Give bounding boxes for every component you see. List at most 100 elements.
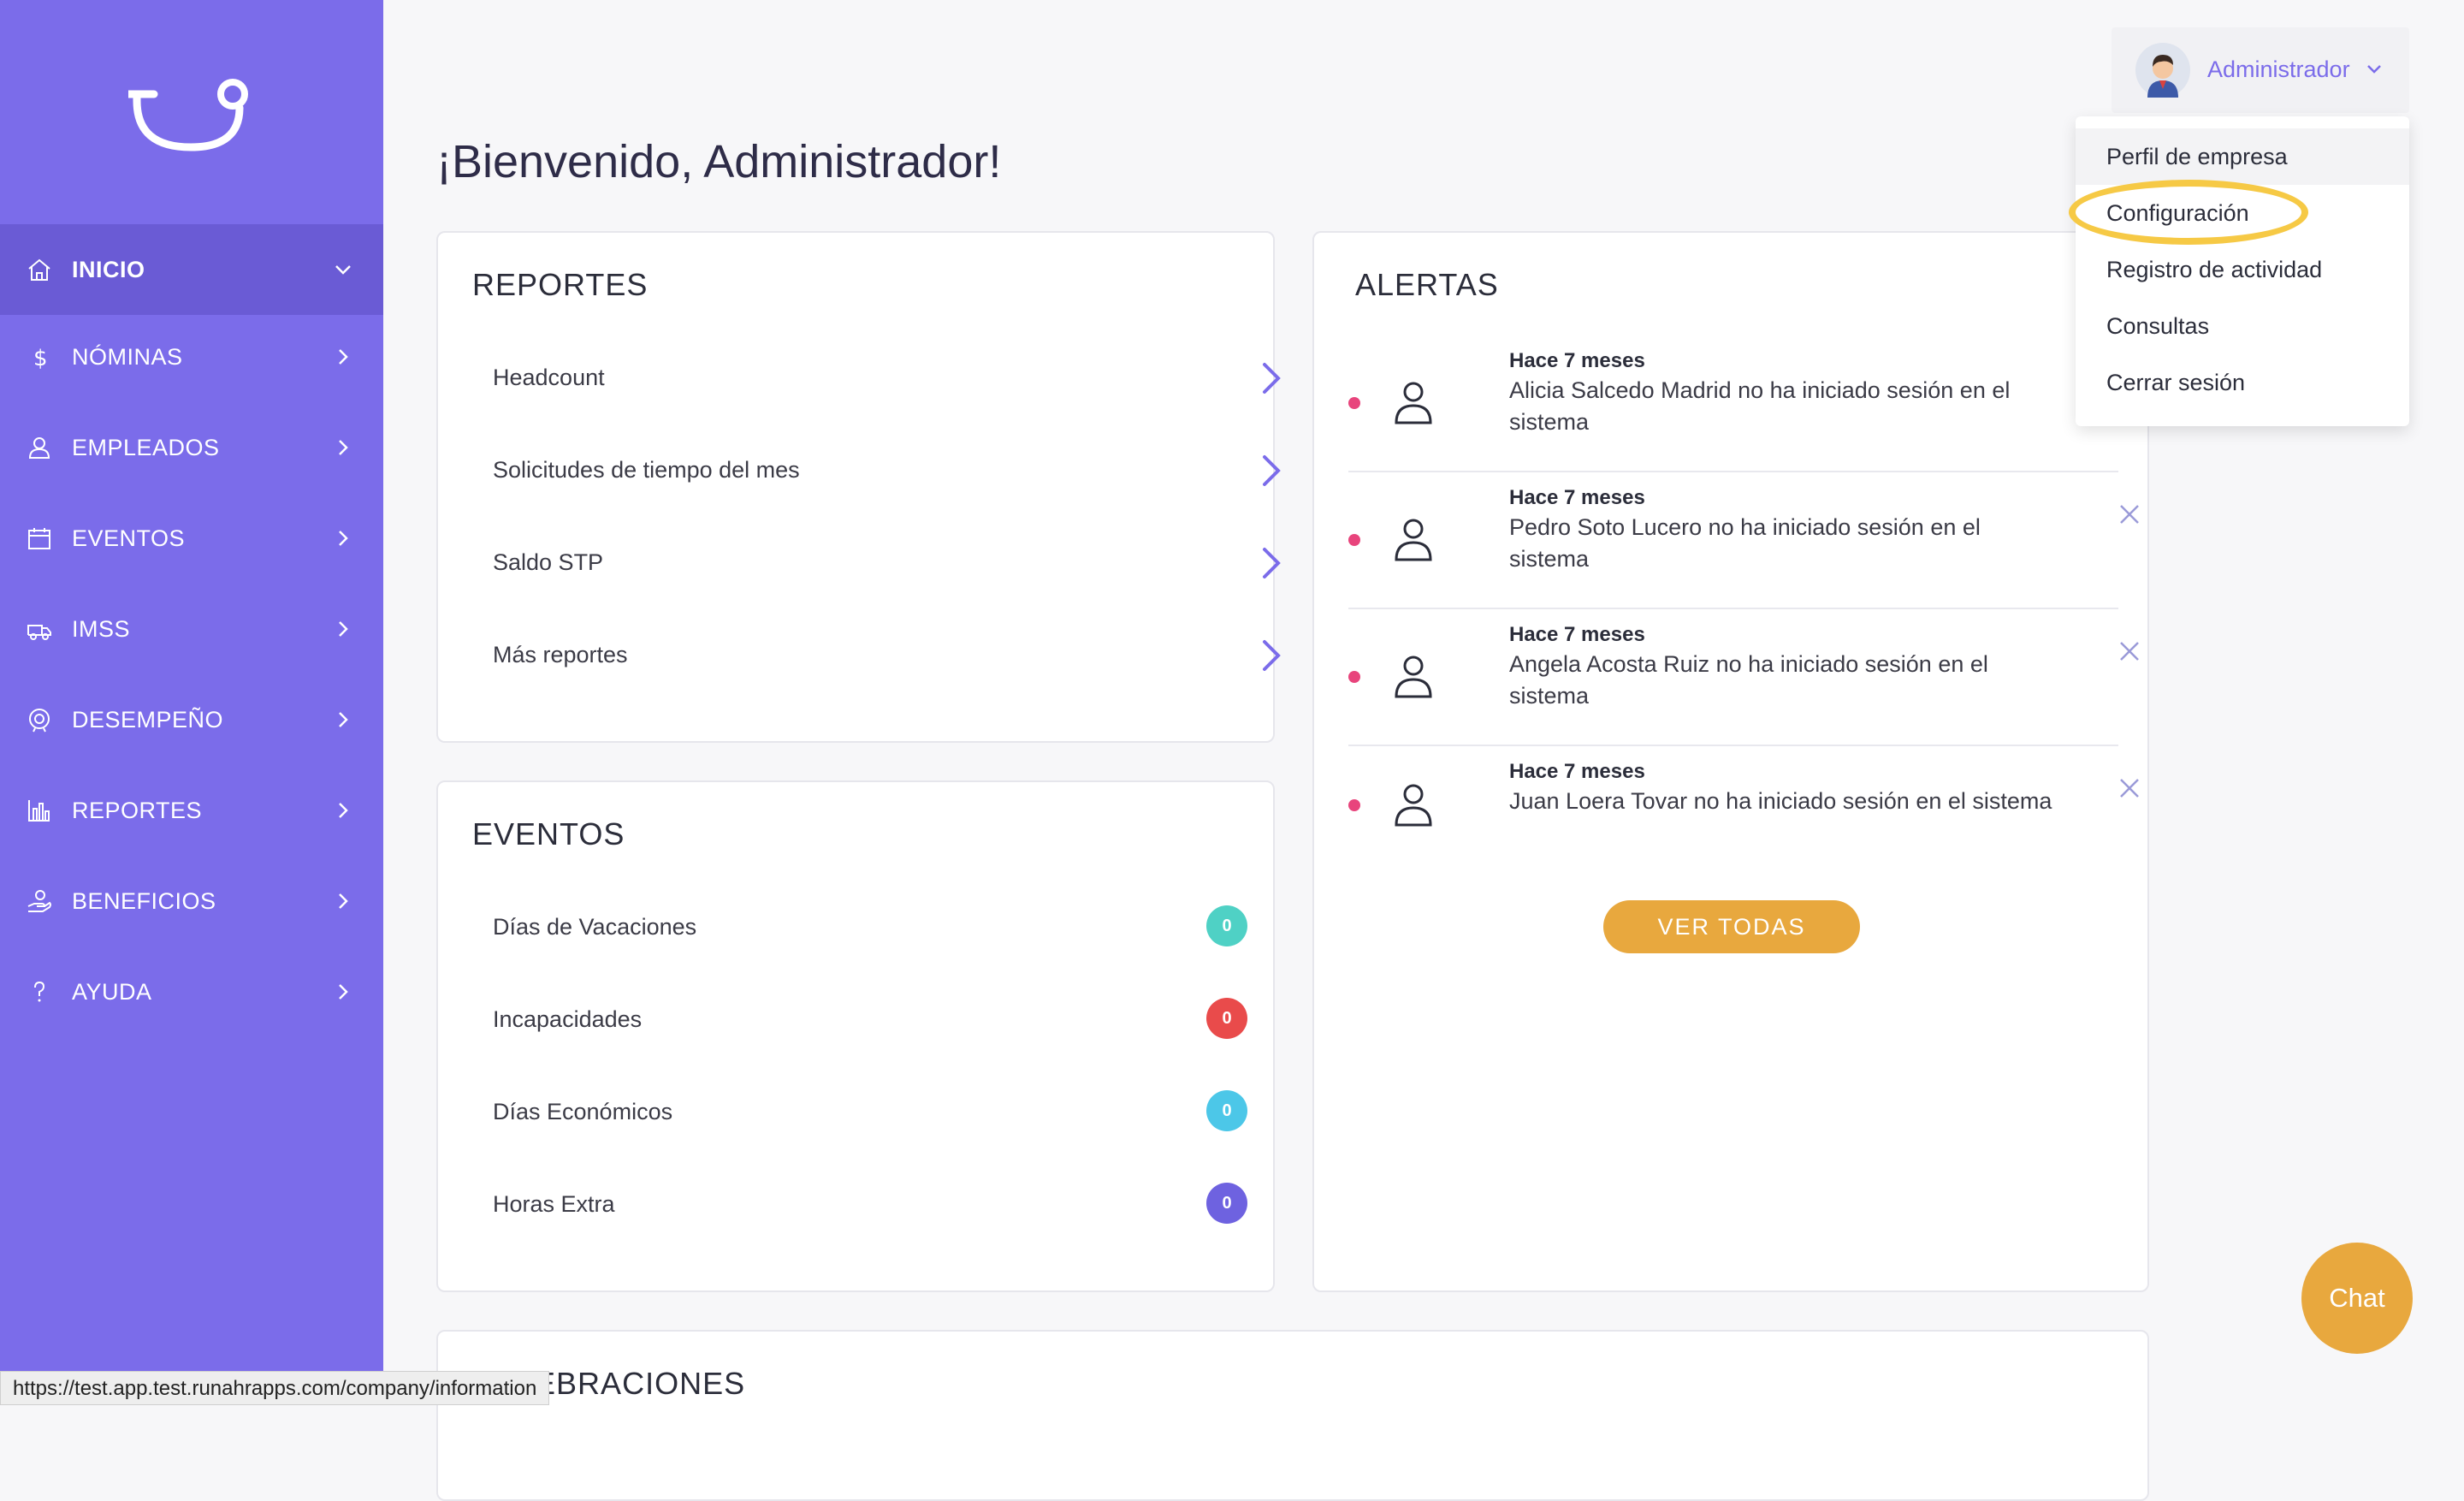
event-row-vacaciones[interactable]: Días de Vacaciones 0 [493, 902, 1263, 953]
sidebar-item-inicio[interactable]: INICIO [0, 224, 383, 315]
report-label: Saldo STP [493, 549, 604, 575]
close-icon[interactable] [2118, 640, 2141, 662]
card-title: EVENTOS [472, 816, 625, 851]
unread-dot [1348, 397, 1360, 409]
sidebar-item-desempeno[interactable]: DESEMPEÑO [0, 674, 383, 765]
user-menu-button[interactable]: Administrador [2112, 27, 2409, 113]
highlight-annotation [2069, 180, 2308, 245]
chevron-right-icon [339, 440, 348, 455]
close-icon[interactable] [2118, 503, 2141, 525]
user-name: Administrador [2207, 56, 2350, 82]
chevron-right-icon [1263, 363, 1281, 394]
chevron-right-icon [339, 349, 348, 365]
unread-dot [1348, 799, 1360, 811]
sidebar-item-beneficios[interactable]: BENEFICIOS [0, 856, 383, 946]
sidebar-item-label: BENEFICIOS [72, 887, 216, 914]
menu-item-consultas[interactable]: Consultas [2076, 298, 2409, 354]
count-badge: 0 [1206, 905, 1247, 946]
sidebar-item-empleados[interactable]: EMPLEADOS [0, 402, 383, 493]
report-link-mas-reportes[interactable]: Más reportes [493, 630, 1281, 681]
reportes-card: REPORTES Headcount Solicitudes de tiempo… [436, 231, 1281, 743]
logo [128, 79, 248, 151]
alert-item: Hace 7 meses Angela Acosta Ruiz no ha in… [1348, 609, 2139, 746]
person-icon [1395, 656, 1432, 698]
status-bar-url: https://test.app.test.runahrapps.com/com… [0, 1371, 550, 1405]
alert-time: Hace 7 meses [1509, 760, 1645, 783]
event-row-horas-extra[interactable]: Horas Extra 0 [493, 1179, 1263, 1231]
alert-time: Hace 7 meses [1509, 486, 1645, 509]
count-badge: 0 [1206, 1090, 1247, 1131]
count-badge: 0 [1206, 998, 1247, 1039]
alert-message: Pedro Soto Lucero no ha iniciado sesión … [1509, 514, 1981, 572]
sidebar-item-label: DESEMPEÑO [72, 706, 224, 733]
home-icon [28, 258, 50, 281]
eventos-card: EVENTOS Días de Vacaciones 0 Incapacidad… [436, 780, 1275, 1292]
alert-time: Hace 7 meses [1509, 623, 1645, 646]
alert-message: Juan Loera Tovar no ha iniciado sesión e… [1509, 788, 2052, 814]
count-badge: 0 [1206, 1183, 1247, 1224]
event-label: Días de Vacaciones [493, 914, 697, 940]
sidebar-item-label: EVENTOS [72, 525, 186, 551]
celebraciones-card: CELEBRACIONES [436, 1330, 2149, 1501]
benefits-icon [27, 890, 51, 912]
sidebar-item-nominas[interactable]: $ NÓMINAS [0, 311, 383, 402]
question-icon [34, 981, 45, 1002]
chat-button[interactable]: Chat [2301, 1243, 2413, 1354]
report-link-saldo-stp[interactable]: Saldo STP [493, 537, 1281, 589]
alert-item: Hace 7 meses Pedro Soto Lucero no ha ini… [1348, 472, 2139, 609]
chevron-right-icon [339, 621, 348, 637]
sidebar-item-label: IMSS [72, 615, 131, 642]
menu-item-registro-actividad[interactable]: Registro de actividad [2076, 241, 2409, 298]
ambulance-icon [27, 625, 51, 640]
bar-chart-icon [28, 800, 50, 822]
sidebar-item-reportes[interactable]: REPORTES [0, 765, 383, 856]
menu-item-perfil-empresa[interactable]: Perfil de empresa [2076, 128, 2409, 185]
menu-item-cerrar-sesion[interactable]: Cerrar sesión [2076, 354, 2409, 411]
person-icon [1395, 382, 1432, 424]
chevron-right-icon [1263, 640, 1281, 671]
svg-text:$: $ [33, 346, 48, 371]
sidebar-item-label: AYUDA [72, 978, 152, 1005]
close-icon[interactable] [2118, 777, 2141, 799]
report-link-headcount[interactable]: Headcount [493, 353, 1281, 404]
event-label: Días Económicos [493, 1099, 673, 1124]
unread-dot [1348, 671, 1360, 683]
alert-message: Angela Acosta Ruiz no ha iniciado sesión… [1509, 651, 1988, 709]
page-title: ¡Bienvenido, Administrador! [436, 136, 1002, 187]
report-label: Solicitudes de tiempo del mes [493, 457, 800, 483]
chevron-right-icon [339, 803, 348, 818]
calendar-icon [28, 528, 50, 549]
sidebar-item-label: EMPLEADOS [72, 434, 220, 460]
sidebar-item-eventos[interactable]: EVENTOS [0, 493, 383, 584]
alertas-card: ALERTAS Hace 7 meses Alicia Salcedo Madr… [1312, 231, 2149, 1292]
event-row-incapacidades[interactable]: Incapacidades 0 [493, 994, 1263, 1046]
chevron-right-icon [339, 893, 348, 909]
chevron-down-icon [2367, 65, 2381, 74]
sidebar-item-label: INICIO [72, 256, 145, 282]
sidebar-item-label: NÓMINAS [72, 343, 183, 370]
sidebar: INICIO $ NÓMINAS EMPLEADOS EVENTOS IMSS … [0, 0, 383, 1405]
report-label: Más reportes [493, 642, 628, 667]
dollar-icon: $ [33, 346, 48, 371]
chevron-right-icon [1263, 548, 1281, 578]
sidebar-item-label: REPORTES [72, 797, 203, 823]
unread-dot [1348, 534, 1360, 546]
ver-todas-button[interactable]: VER TODAS [1603, 900, 1860, 953]
chevron-down-icon [335, 265, 351, 275]
report-link-solicitudes[interactable]: Solicitudes de tiempo del mes [493, 445, 1281, 496]
sidebar-item-ayuda[interactable]: AYUDA [0, 946, 383, 1037]
event-label: Horas Extra [493, 1191, 615, 1217]
person-icon [1395, 519, 1432, 561]
alert-item: Hace 7 meses Juan Loera Tovar no ha inic… [1348, 746, 2139, 849]
sidebar-item-imss[interactable]: IMSS [0, 584, 383, 674]
card-title: REPORTES [472, 267, 649, 302]
user-dropdown-menu: Perfil de empresa Configuración Registro… [2076, 116, 2409, 426]
chevron-right-icon [339, 712, 348, 727]
person-icon [1395, 784, 1432, 827]
event-row-dias-economicos[interactable]: Días Económicos 0 [493, 1087, 1263, 1138]
report-label: Headcount [493, 365, 605, 390]
alert-time: Hace 7 meses [1509, 349, 1645, 372]
chevron-right-icon [339, 531, 348, 546]
chevron-right-icon [1263, 455, 1281, 486]
alert-message: Alicia Salcedo Madrid no ha iniciado ses… [1509, 377, 2011, 435]
